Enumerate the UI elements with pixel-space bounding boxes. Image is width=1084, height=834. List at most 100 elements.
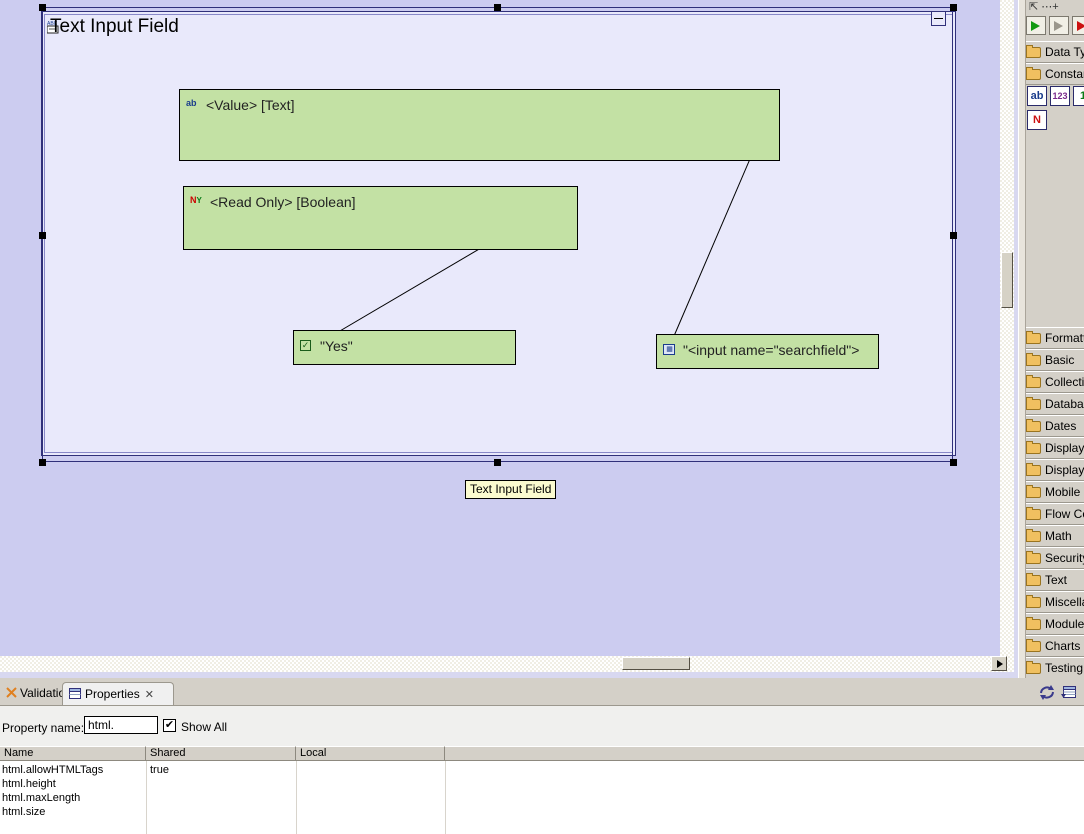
palette-folder-label: Text	[1045, 573, 1068, 587]
folder-icon	[1026, 463, 1041, 476]
palette-folder-display[interactable]: Display	[1026, 437, 1084, 459]
table-gridline	[445, 761, 446, 834]
folder-icon	[1026, 529, 1041, 542]
palette-folder-text[interactable]: Text	[1026, 569, 1084, 591]
palette-folder-basic[interactable]: Basic	[1026, 349, 1084, 371]
selection-handle-sw[interactable]	[39, 459, 46, 466]
node-tooltip-label: Text Input Field	[465, 480, 557, 499]
selection-handle-w[interactable]	[39, 232, 46, 239]
table-gridline	[296, 761, 297, 834]
palette-folder-label: Miscellaneous	[1045, 595, 1084, 609]
selection-handle-n[interactable]	[494, 4, 501, 11]
cursor-icons: ⇱ ⋯+	[1029, 1, 1059, 13]
palette-folder-collections[interactable]: Collections	[1026, 371, 1084, 393]
palette-folder-modules[interactable]: Modules	[1026, 613, 1084, 635]
folder-icon	[1026, 661, 1041, 674]
palette-folder-mobile[interactable]: Mobile	[1026, 481, 1084, 503]
properties-table[interactable]: Name Shared Local html.allowHTMLTags tru…	[0, 746, 1084, 834]
close-icon[interactable]: ✕	[145, 689, 154, 701]
selection-handle-nw[interactable]	[39, 4, 46, 11]
folder-icon	[1026, 419, 1041, 432]
tab-properties-label: Properties	[85, 687, 140, 701]
folder-icon	[1026, 67, 1041, 80]
table-cell-shared[interactable]	[150, 805, 292, 819]
table-row[interactable]: html.maxLength	[2, 791, 144, 805]
component-palette[interactable]: ⇱ ⋯+ Data Types Constants ab 123 1 N For…	[1018, 0, 1084, 678]
palette-folder-security[interactable]: Security	[1026, 547, 1084, 569]
palette-folder-label: Formatting	[1045, 331, 1084, 345]
table-row[interactable]: html.allowHTMLTags	[2, 763, 144, 777]
folder-icon	[1026, 617, 1041, 630]
tab-properties[interactable]: Properties ✕	[62, 682, 174, 706]
column-header-name[interactable]: Name	[0, 746, 146, 761]
chevron-right-icon	[997, 660, 1003, 668]
table-view-icon[interactable]	[1060, 684, 1078, 701]
folder-icon	[1026, 45, 1041, 58]
table-cell-shared[interactable]: true	[150, 763, 292, 777]
table-row[interactable]: html.size	[2, 805, 144, 819]
selection-handle-se[interactable]	[950, 459, 957, 466]
canvas-vertical-scrollbar-thumb[interactable]	[1001, 252, 1013, 308]
folder-icon	[1026, 397, 1041, 410]
palette-folder-testing[interactable]: Testing	[1026, 657, 1084, 678]
scroll-right-button[interactable]	[991, 656, 1007, 671]
canvas-vertical-scrollbar[interactable]	[1000, 0, 1014, 656]
palette-folder-flow-control[interactable]: Flow Control	[1026, 503, 1084, 525]
palette-run-toolbar[interactable]	[1026, 16, 1084, 35]
datatype-number-icon[interactable]: 123	[1050, 86, 1070, 106]
column-header-shared[interactable]: Shared	[146, 746, 296, 761]
diagram-canvas[interactable]: ABC Text Input Field ab <Value> [Text] N…	[0, 0, 1014, 656]
view-tabbar: Validation Properties ✕	[0, 678, 1084, 706]
run-button[interactable]	[1026, 16, 1046, 35]
column-header-local[interactable]: Local	[296, 746, 445, 761]
palette-folder-dates[interactable]: Dates	[1026, 415, 1084, 437]
selection-handle-s[interactable]	[494, 459, 501, 466]
column-header-extra[interactable]	[445, 746, 1084, 761]
canvas-horizontal-scrollbar-thumb[interactable]	[622, 657, 690, 670]
palette-folder-math[interactable]: Math	[1026, 525, 1084, 547]
palette-folder-miscellaneous[interactable]: Miscellaneous	[1026, 591, 1084, 613]
palette-folder-database[interactable]: Database	[1026, 393, 1084, 415]
table-row[interactable]: html.height	[2, 777, 144, 791]
property-name-input[interactable]: html.	[84, 716, 158, 734]
refresh-icon[interactable]	[1038, 684, 1056, 701]
folder-icon	[1026, 595, 1041, 608]
folder-icon	[1026, 485, 1041, 498]
palette-section-constants[interactable]: Constants	[1026, 63, 1084, 85]
canvas-horizontal-scrollbar[interactable]	[0, 656, 1014, 672]
datatype-integer-icon[interactable]: 1	[1073, 86, 1084, 106]
palette-folder-charts[interactable]: Charts	[1026, 635, 1084, 657]
palette-folder-formatting[interactable]: Formatting	[1026, 327, 1084, 349]
datatype-text-icon[interactable]: ab	[1027, 86, 1047, 106]
properties-icon	[69, 688, 81, 699]
show-all-checkbox[interactable]: ✔	[163, 719, 176, 732]
datatype-null-icon[interactable]: N	[1027, 110, 1047, 130]
application-window: ABC Text Input Field ab <Value> [Text] N…	[0, 0, 1084, 834]
run-to-button[interactable]	[1049, 16, 1069, 35]
palette-folder-label: Dates	[1045, 419, 1077, 433]
validation-icon	[6, 687, 17, 698]
folder-icon	[1026, 507, 1041, 520]
stop-button[interactable]	[1072, 16, 1084, 35]
folder-icon	[1026, 441, 1041, 454]
palette-folder-label: Flow Control	[1045, 507, 1084, 521]
selection-frame	[42, 7, 953, 462]
selection-handle-ne[interactable]	[950, 4, 957, 11]
palette-scroll-strip[interactable]	[1019, 0, 1026, 678]
property-name-label: Property name:	[2, 721, 85, 735]
palette-folder-display-a[interactable]: Display A	[1026, 459, 1084, 481]
folder-icon	[1026, 331, 1041, 344]
palette-section-constants-label: Constants	[1045, 67, 1084, 81]
selection-handle-e[interactable]	[950, 232, 957, 239]
palette-folder-label: Mobile	[1045, 485, 1081, 499]
tab-validation[interactable]: Validation	[0, 682, 72, 706]
table-cell-shared[interactable]	[150, 777, 292, 791]
properties-view: Validation Properties ✕ Property name: h…	[0, 678, 1084, 834]
palette-folder-label: Database	[1045, 397, 1084, 411]
palette-folder-label: Display A	[1045, 463, 1084, 477]
palette-folder-label: Math	[1045, 529, 1072, 543]
table-cell-shared[interactable]	[150, 791, 292, 805]
palette-folder-label: Testing	[1045, 661, 1084, 675]
palette-section-data-types[interactable]: Data Types	[1026, 41, 1084, 63]
folder-icon	[1026, 353, 1041, 366]
